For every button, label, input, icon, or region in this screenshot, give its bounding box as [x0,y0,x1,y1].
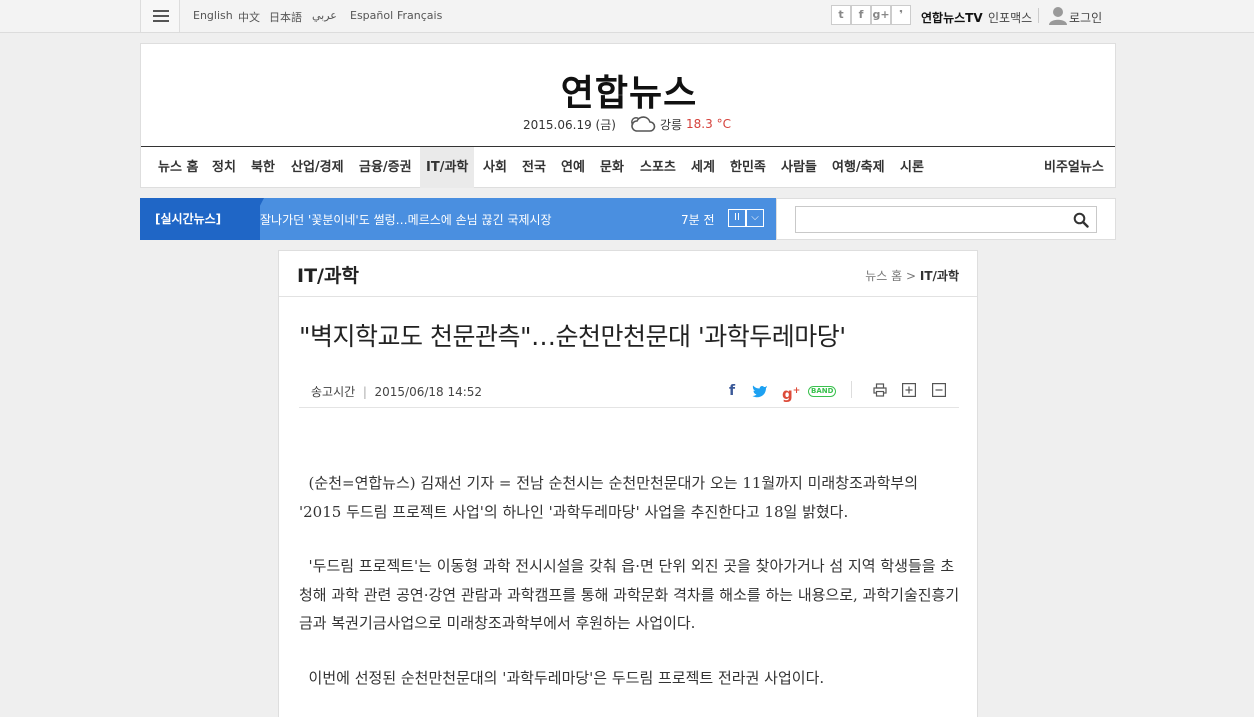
site-header: 연합뉴스 2015.06.19 (금) 강릉 18.3 °C 뉴스 홈 정치 북… [140,43,1116,188]
nav-culture[interactable]: 문화 [600,147,624,188]
divider [1038,8,1039,23]
sent-time: 송고시간 | 2015/06/18 14:52 [311,385,483,399]
section-header: IT/과학 뉴스 홈 > IT/과학 [279,251,977,297]
article-headline: "벽지학교도 천문관측"…순천만천문대 '과학두레마당' [299,322,846,351]
band-share-icon[interactable]: BAND [808,386,837,397]
sent-timestamp: 2015/06/18 14:52 [374,385,483,399]
lang-english[interactable]: English [193,9,233,22]
site-logo[interactable]: 연합뉴스 [141,64,1117,116]
breadcrumb: 뉴스 홈 > IT/과학 [865,267,959,284]
lang-spanish[interactable]: Español [350,9,393,22]
nav-national[interactable]: 전국 [522,147,546,188]
search-area [776,198,1116,240]
article-body: (순천=연합뉴스) 김재선 기자 = 전남 순천시는 순천만천문대가 오는 11… [299,469,961,717]
nav-north-korea[interactable]: 북한 [251,147,275,188]
top-bar: English 中文 日本語 عربي Español Français t f… [0,0,1254,33]
breadcrumb-separator: > [905,269,917,283]
ticker-label: [실시간뉴스] [140,198,260,240]
font-decrease-icon[interactable] [932,383,946,397]
article-paragraph: 이번에 선정된 순천만천문대의 '과학두레마당'은 두드림 프로젝트 전라권 사… [308,668,825,687]
google-plus-icon[interactable]: g+ [871,5,891,25]
article-meta-bar: 송고시간 | 2015/06/18 14:52 f g+ BAND [299,374,959,408]
lang-japanese[interactable]: 日本語 [269,9,302,25]
lang-arabic[interactable]: عربي [312,9,337,22]
hamburger-menu-icon[interactable] [140,0,180,32]
login-link[interactable]: 로그인 [1069,9,1102,26]
infomax-link[interactable]: 인포맥스 [988,9,1032,26]
nav-korean-diaspora[interactable]: 한민족 [730,147,766,188]
chevron-down-icon[interactable]: ⌵ [746,209,764,227]
nav-society[interactable]: 사회 [483,147,507,188]
nav-industry-economy[interactable]: 산업/경제 [291,147,344,188]
lang-chinese[interactable]: 中文 [238,9,260,25]
nav-sports[interactable]: 스포츠 [640,147,676,188]
ticker-headline[interactable]: 잘나가던 '꽃분이네'도 썰렁…메르스에 손님 끊긴 국제시장 [260,211,552,228]
nav-visual-news[interactable]: 비주얼뉴스 [1044,147,1104,188]
main-nav: 뉴스 홈 정치 북한 산업/경제 금융/증권 IT/과학 사회 전국 연예 문화… [141,146,1115,188]
nav-politics[interactable]: 정치 [212,147,236,188]
pause-icon[interactable]: II [728,209,746,227]
facebook-icon[interactable]: f [851,5,871,25]
article-paragraph: (순천=연합뉴스) 김재선 기자 = 전남 순천시는 순천만천문대가 오는 11… [299,474,918,521]
breaking-news-ticker: [실시간뉴스] 잘나가던 '꽃분이네'도 썰렁…메르스에 손님 끊긴 국제시장 … [140,198,776,240]
breadcrumb-current[interactable]: IT/과학 [920,269,959,283]
current-date: 2015.06.19 (금) [523,117,616,132]
font-increase-icon[interactable] [902,383,916,397]
print-icon[interactable] [873,383,887,397]
breadcrumb-home[interactable]: 뉴스 홈 [865,269,902,283]
nav-news-home[interactable]: 뉴스 홈 [158,147,198,188]
nav-editorial[interactable]: 시론 [900,147,924,188]
nav-it-science[interactable]: IT/과학 [420,147,475,188]
nav-finance[interactable]: 금융/증권 [359,147,412,188]
section-title: IT/과학 [297,265,359,287]
date-weather: 2015.06.19 (금) 강릉 18.3 °C [523,114,731,134]
ticker-time: 7분 전 [681,213,715,227]
lang-french[interactable]: Français [397,9,442,22]
nav-world[interactable]: 세계 [691,147,715,188]
article-panel: IT/과학 뉴스 홈 > IT/과학 "벽지학교도 천문관측"…순천만천문대 '… [278,250,978,717]
weather-temperature: 18.3 °C [686,117,731,131]
nav-travel-festival[interactable]: 여행/축제 [832,147,885,188]
user-icon[interactable] [1048,6,1068,25]
article-paragraph: '두드림 프로젝트'는 이동형 과학 전시시설을 갖춰 읍·면 단위 외진 곳을… [299,557,960,632]
facebook-share-icon[interactable]: f [723,382,741,400]
twitter-share-icon[interactable] [751,382,769,400]
sent-label: 송고시간 [311,385,356,399]
nav-entertainment[interactable]: 연예 [561,147,585,188]
cloud-icon [631,116,656,132]
yonhap-tv-link[interactable]: 연합뉴스TV [921,9,983,26]
divider [851,381,852,398]
search-input[interactable] [795,206,1097,233]
nav-people[interactable]: 사람들 [781,147,817,188]
story-icon[interactable]: ❜ [891,5,911,25]
google-plus-share-icon[interactable]: g+ [782,382,800,403]
weather-city: 강릉 [659,117,683,132]
search-icon[interactable] [1073,212,1089,228]
twitter-icon[interactable]: t [831,5,851,25]
